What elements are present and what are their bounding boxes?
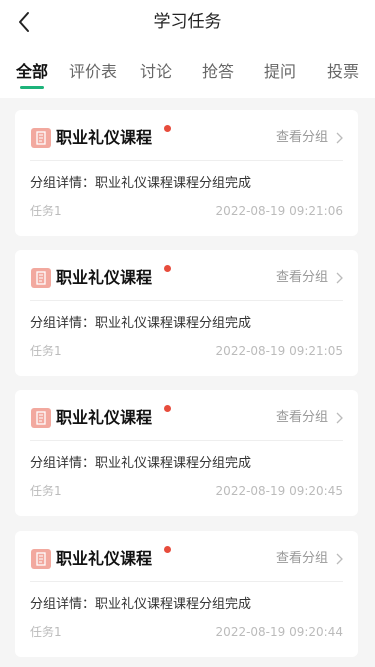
course-book-icon bbox=[31, 549, 51, 569]
card-divider bbox=[30, 440, 343, 441]
app-header: 学习任务 bbox=[0, 0, 375, 44]
view-group-label: 查看分组 bbox=[275, 410, 328, 425]
course-book-icon bbox=[31, 128, 51, 148]
task-timestamp: 2022-08-19 09:20:44 bbox=[215, 625, 343, 639]
task-timestamp: 2022-08-19 09:20:45 bbox=[215, 484, 343, 498]
view-group-link[interactable]: 查看分组 bbox=[276, 407, 343, 429]
unread-dot bbox=[164, 265, 171, 272]
unread-dot bbox=[164, 546, 171, 553]
group-detail-text: 分组详情：职业礼仪课程课程分组完成 bbox=[30, 316, 252, 331]
course-book-icon bbox=[31, 268, 51, 288]
task-timestamp: 2022-08-19 09:21:05 bbox=[215, 344, 343, 358]
tab-discussion[interactable]: 讨论 bbox=[140, 60, 172, 84]
task-card[interactable]: 职业礼仪课程 查看分组 分组详情：职业礼仪课程课程分组完成 任务1 2022-0… bbox=[15, 250, 358, 376]
course-title: 职业礼仪课程 bbox=[56, 549, 153, 568]
tab-quick-answer[interactable]: 抢答 bbox=[202, 60, 234, 84]
group-detail-text: 分组详情：职业礼仪课程课程分组完成 bbox=[30, 456, 252, 471]
view-group-link[interactable]: 查看分组 bbox=[276, 127, 343, 149]
task-timestamp: 2022-08-19 09:21:06 bbox=[215, 204, 343, 218]
group-detail-text: 分组详情：职业礼仪课程课程分组完成 bbox=[30, 176, 252, 191]
task-name: 任务1 bbox=[30, 625, 62, 639]
task-name: 任务1 bbox=[30, 204, 62, 218]
course-book-icon bbox=[31, 408, 51, 428]
chevron-right-icon bbox=[336, 272, 343, 284]
tab-all[interactable]: 全部 bbox=[16, 60, 48, 84]
task-name: 任务1 bbox=[30, 344, 62, 358]
card-divider bbox=[30, 300, 343, 301]
unread-dot bbox=[164, 125, 171, 132]
course-title: 职业礼仪课程 bbox=[56, 408, 153, 427]
tab-bar: 全部 评价表 讨论 抢答 提问 投票 bbox=[0, 44, 375, 98]
task-card[interactable]: 职业礼仪课程 查看分组 分组详情：职业礼仪课程课程分组完成 任务1 2022-0… bbox=[15, 110, 358, 236]
course-title: 职业礼仪课程 bbox=[56, 128, 153, 147]
view-group-link[interactable]: 查看分组 bbox=[276, 267, 343, 289]
view-group-label: 查看分组 bbox=[275, 270, 328, 285]
card-divider bbox=[30, 160, 343, 161]
view-group-label: 查看分组 bbox=[275, 130, 328, 145]
view-group-link[interactable]: 查看分组 bbox=[276, 548, 343, 570]
card-divider bbox=[30, 581, 343, 582]
tab-question[interactable]: 提问 bbox=[264, 60, 296, 84]
unread-dot bbox=[164, 405, 171, 412]
tab-vote[interactable]: 投票 bbox=[327, 60, 359, 84]
task-card[interactable]: 职业礼仪课程 查看分组 分组详情：职业礼仪课程课程分组完成 任务1 2022-0… bbox=[15, 390, 358, 516]
chevron-right-icon bbox=[336, 132, 343, 144]
tab-evaluation[interactable]: 评价表 bbox=[69, 60, 117, 84]
view-group-label: 查看分组 bbox=[275, 551, 328, 566]
chevron-right-icon bbox=[336, 412, 343, 424]
page-title: 学习任务 bbox=[153, 12, 222, 32]
active-tab-indicator bbox=[20, 86, 44, 89]
chevron-right-icon bbox=[336, 553, 343, 565]
task-name: 任务1 bbox=[30, 484, 62, 498]
group-detail-text: 分组详情：职业礼仪课程课程分组完成 bbox=[30, 597, 252, 612]
course-title: 职业礼仪课程 bbox=[56, 268, 153, 287]
task-card[interactable]: 职业礼仪课程 查看分组 分组详情：职业礼仪课程课程分组完成 任务1 2022-0… bbox=[15, 531, 358, 657]
